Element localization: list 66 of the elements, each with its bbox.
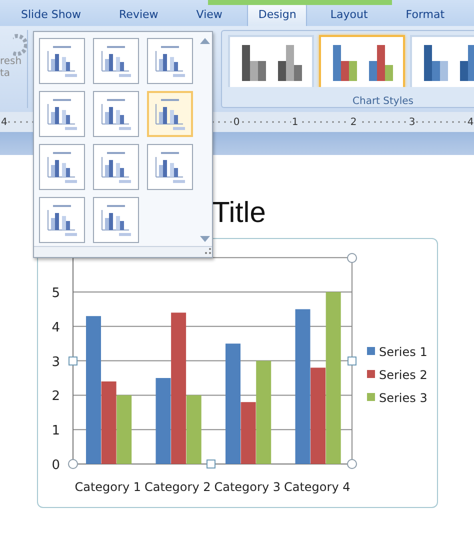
mini-chart-icon [45,204,79,236]
y-tick-label: 1 [52,424,60,439]
y-tick-label: 0 [52,458,60,473]
chart-style-thumbnail[interactable] [410,35,474,87]
scroll-down-icon[interactable] [200,236,210,242]
ruler-number: 4 [0,116,8,128]
ribbon-tab[interactable]: Format [392,3,458,26]
ribbon-tab[interactable]: Review [106,3,172,26]
category-label: Category 4 [284,480,350,494]
chart-layout-thumbnail[interactable] [39,197,85,243]
legend-label: Series 2 [379,368,428,382]
chart-layout-thumbnail[interactable] [93,91,139,137]
mini-chart-icon [99,151,133,183]
category-label: Category 2 [144,480,211,494]
ruler-number: 2 [349,116,358,128]
gear-icon [13,34,27,56]
ribbon-tab[interactable]: Layout [317,3,381,26]
mini-chart-icon [45,45,79,77]
ruler-number: 4 [466,116,474,128]
chart-layout-thumbnail[interactable] [39,91,85,137]
chart-layout-thumbnail[interactable] [93,197,139,243]
resize-grip-icon[interactable] [204,247,212,255]
ribbon-tab[interactable]: Slide Show [8,3,94,26]
chart-layout-thumbnail[interactable] [147,91,193,137]
resize-handle[interactable] [347,459,357,469]
button-label: resh [0,56,22,68]
chart-layout-thumbnail[interactable] [93,144,139,190]
y-tick-label: 5 [52,286,60,301]
chart-layout-thumbnail[interactable] [147,144,193,190]
ruler-number: 0 [232,116,241,128]
chart-frame[interactable]: 0 1 2 3 4 5 Category 1 Category 2 Category 3 Category 4 Series 1 Series 2 Series 3 [37,238,438,508]
chart-style-thumbnail[interactable] [228,35,314,87]
mini-chart-icon [45,151,79,183]
chart-style-thumbnail[interactable] [319,35,405,87]
resize-handle[interactable] [347,253,357,263]
resize-handle[interactable] [206,460,216,468]
legend-label: Series 1 [379,345,428,359]
mini-chart-icon [45,98,79,130]
chart-title: Title [212,196,266,231]
resize-handle[interactable] [348,356,356,366]
resize-handle[interactable] [68,459,78,469]
resize-handle[interactable] [68,356,78,366]
button-label: ta [0,68,10,80]
category-label: Category 3 [214,480,280,494]
chart-layout-thumbnail[interactable] [147,38,193,84]
ruler-number: 1 [290,116,300,128]
ribbon-tab[interactable]: Design [247,3,308,26]
chart-layout-thumbnail[interactable] [39,144,85,190]
mini-chart-icon [153,151,187,183]
chart-layout-thumbnail[interactable] [93,38,139,84]
ruler-number: 3 [408,116,416,128]
mini-chart-icon [99,204,133,236]
y-tick-label: 2 [52,389,60,404]
mini-chart-icon [153,45,187,77]
group-label: Chart Styles [352,96,414,107]
mini-chart-icon [99,45,133,77]
category-label: Category 1 [74,480,141,494]
bar [116,395,132,464]
ribbon-tab[interactable]: View [183,3,236,26]
y-tick-label: 4 [52,320,60,336]
chart-layout-thumbnail[interactable] [39,38,85,84]
scroll-up-icon[interactable] [200,38,210,44]
legend-label: Series 3 [379,391,428,405]
y-tick-label: 3 [52,354,60,370]
mini-chart-icon [99,98,133,130]
mini-chart-icon [153,98,187,130]
